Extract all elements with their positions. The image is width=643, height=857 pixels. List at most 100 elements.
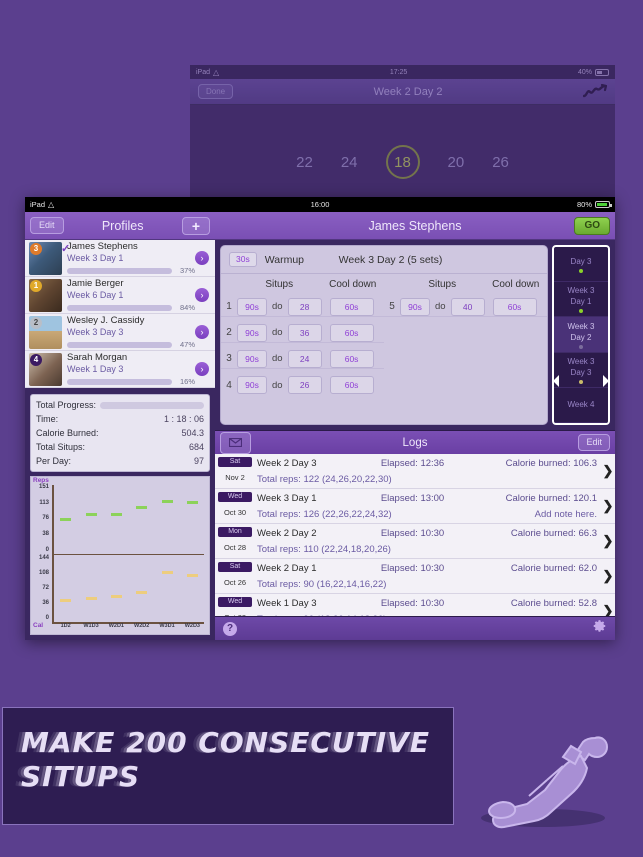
promo-line-2: SITUPS bbox=[21, 760, 141, 793]
edit-button[interactable]: Edit bbox=[30, 217, 64, 234]
day-item-4[interactable]: Week 4 bbox=[554, 388, 608, 423]
set-time-field[interactable]: 90s bbox=[237, 323, 267, 342]
profile-week: Week 3 Day 3 bbox=[67, 327, 124, 337]
set-cooldown-field[interactable]: 60s bbox=[329, 323, 374, 342]
chart-bar-cal bbox=[161, 570, 173, 622]
set-reps-field[interactable]: 24 bbox=[287, 349, 322, 368]
chart-bar-reps bbox=[60, 517, 72, 554]
list-item[interactable]: 2 Wesley J. Cassidy Week 3 Day 3 47% › bbox=[25, 314, 215, 351]
profile-info: Wesley J. Cassidy Week 3 Day 3 47% bbox=[62, 315, 195, 349]
set-reps-field[interactable]: 28 bbox=[287, 297, 322, 316]
set-reps-field[interactable]: 36 bbox=[287, 323, 322, 342]
warmup-time-field[interactable]: 30s bbox=[229, 252, 257, 267]
bottom-toolbar: ? bbox=[215, 616, 615, 640]
day-item-2-selected[interactable]: Week 3 Day 2 bbox=[554, 317, 608, 353]
stat-row: Calorie Burned: 504.3 bbox=[36, 426, 204, 440]
logs-list[interactable]: Sat Nov 2 2013 Week 2 Day 3 Elapsed: 12:… bbox=[215, 454, 615, 616]
list-item[interactable]: 3 ✓ James Stephens Week 3 Day 1 37% › bbox=[25, 240, 215, 277]
table-row: 1 90s do 28 60s 5 90s do 40 60s bbox=[221, 294, 547, 320]
rear-rep-current[interactable]: 18 bbox=[385, 145, 420, 179]
chart-axis-label-cal: Cal bbox=[33, 622, 44, 629]
profiles-pane: Edit Profiles + 3 ✓ James Stephens Week … bbox=[25, 212, 215, 640]
set-index: 1 bbox=[226, 301, 232, 312]
table-row[interactable]: Sat Nov 2 2013 Week 2 Day 3 Elapsed: 12:… bbox=[215, 454, 615, 500]
chart-bar-cal bbox=[110, 594, 122, 622]
main-pane: James Stephens GO 30s Warmup Week 3 Day … bbox=[215, 212, 615, 640]
chevron-right-icon[interactable]: ❯ bbox=[601, 561, 615, 591]
log-note[interactable] bbox=[427, 542, 601, 557]
stat-row: Total Situps: 684 bbox=[36, 440, 204, 454]
day-item-line1: Week 3 bbox=[567, 286, 595, 296]
set-reps-field[interactable]: 40 bbox=[450, 297, 485, 316]
set-row-3: 3 90s do 24 60s bbox=[221, 349, 384, 369]
table-row: 4 90s do 26 60s bbox=[221, 372, 547, 398]
set-time-field[interactable]: 90s bbox=[400, 297, 430, 316]
rear-status-left: iPad △ bbox=[196, 68, 219, 77]
chevron-right-icon[interactable]: ❯ bbox=[601, 526, 615, 556]
help-icon[interactable]: ? bbox=[223, 621, 237, 636]
log-calorie: Calorie burned: 62.0 bbox=[510, 563, 597, 574]
log-note[interactable] bbox=[427, 472, 601, 487]
log-content: Week 2 Day 3 Elapsed: 12:36 Calorie burn… bbox=[255, 456, 601, 486]
chart-bar-cal bbox=[186, 574, 198, 622]
chevron-right-icon[interactable]: ❯ bbox=[601, 596, 615, 616]
table-row[interactable]: Wed Oct 23 2013 Week 1 Day 3 Elapsed: 10… bbox=[215, 594, 615, 616]
set-cooldown-field[interactable]: 60s bbox=[492, 297, 537, 316]
set-cooldown-field[interactable]: 60s bbox=[329, 297, 374, 316]
day-selector-list[interactable]: Day 3 Week 3 Day 1 Week 3 Day 2 Week 3 D… bbox=[552, 245, 610, 425]
rear-rep-3[interactable]: 20 bbox=[448, 154, 465, 171]
set-time-field[interactable]: 90s bbox=[237, 349, 267, 368]
mail-icon[interactable] bbox=[220, 431, 251, 454]
log-note[interactable] bbox=[427, 577, 601, 592]
day-item-3[interactable]: Week 3 Day 3 bbox=[554, 353, 608, 388]
set-row-4: 4 90s do 26 60s bbox=[221, 376, 384, 394]
main-nav-bar: James Stephens GO bbox=[215, 212, 615, 240]
workout-card: 30s Warmup Week 3 Day 2 (5 sets) Situps … bbox=[220, 245, 548, 425]
day-item-1[interactable]: Week 3 Day 1 bbox=[554, 282, 608, 318]
day-item-line2: Day 2 bbox=[570, 332, 592, 342]
stat-value: 97 bbox=[193, 456, 204, 466]
table-row[interactable]: Mon Oct 28 2013 Week 2 Day 2 Elapsed: 10… bbox=[215, 524, 615, 570]
log-elapsed: Elapsed: 10:30 bbox=[380, 598, 445, 609]
rear-rep-0[interactable]: 22 bbox=[296, 154, 313, 171]
disclosure-icon[interactable]: › bbox=[195, 288, 209, 302]
chevron-right-icon[interactable]: ❯ bbox=[601, 456, 615, 486]
rear-nav-bar: Done Week 2 Day 2 bbox=[190, 79, 615, 105]
gear-icon[interactable] bbox=[593, 619, 607, 638]
table-row[interactable]: Sat Oct 26 2013 Week 2 Day 1 Elapsed: 10… bbox=[215, 559, 615, 605]
stat-row: Time: 1 : 18 : 06 bbox=[36, 412, 204, 426]
stat-label: Time: bbox=[36, 414, 59, 424]
list-item[interactable]: 4 Sarah Morgan Week 1 Day 3 16% › bbox=[25, 351, 215, 388]
trend-chart-icon[interactable] bbox=[582, 83, 608, 100]
rear-rep-1[interactable]: 24 bbox=[341, 154, 358, 171]
log-note[interactable]: Add note here. bbox=[427, 507, 601, 522]
disclosure-icon[interactable]: › bbox=[195, 362, 209, 376]
disclosure-icon[interactable]: › bbox=[195, 325, 209, 339]
do-label: do bbox=[272, 379, 283, 391]
day-item-0[interactable]: Day 3 bbox=[554, 247, 608, 283]
set-time-field[interactable]: 90s bbox=[237, 376, 267, 394]
logs-edit-button[interactable]: Edit bbox=[578, 434, 610, 451]
disclosure-icon[interactable]: › bbox=[195, 251, 209, 265]
column-group-right: Situps Cool down bbox=[384, 279, 547, 290]
chart-y-axis-bottom bbox=[52, 553, 54, 622]
chart-tick-label: 108 bbox=[38, 569, 49, 576]
profile-list: 3 ✓ James Stephens Week 3 Day 1 37% › 1 … bbox=[25, 240, 215, 388]
add-profile-button[interactable]: + bbox=[181, 216, 210, 235]
completion-dot-icon bbox=[579, 309, 583, 314]
set-cooldown-field[interactable]: 60s bbox=[329, 349, 374, 368]
rear-rep-selector[interactable]: 22 24 18 20 26 bbox=[190, 105, 615, 195]
promo-line-1: MAKE 200 CONSECUTIVE bbox=[21, 726, 430, 759]
rear-rep-4[interactable]: 26 bbox=[492, 154, 509, 171]
list-item[interactable]: 1 Jamie Berger Week 6 Day 1 84% › bbox=[25, 277, 215, 314]
set-reps-field[interactable]: 26 bbox=[287, 376, 322, 394]
chevron-right-icon[interactable]: ❯ bbox=[601, 491, 615, 521]
set-cooldown-field[interactable]: 60s bbox=[329, 376, 374, 394]
table-row[interactable]: Wed Oct 30 2013 Week 3 Day 1 Elapsed: 13… bbox=[215, 489, 615, 535]
rear-battery-label: 40% bbox=[577, 68, 592, 76]
done-button[interactable]: Done bbox=[198, 84, 234, 99]
log-reps: Total reps: 90 (16,22,14,16,22) bbox=[257, 579, 387, 590]
set-time-field[interactable]: 90s bbox=[237, 297, 267, 316]
go-button[interactable]: GO bbox=[574, 216, 610, 235]
set-index: 5 bbox=[389, 301, 395, 312]
